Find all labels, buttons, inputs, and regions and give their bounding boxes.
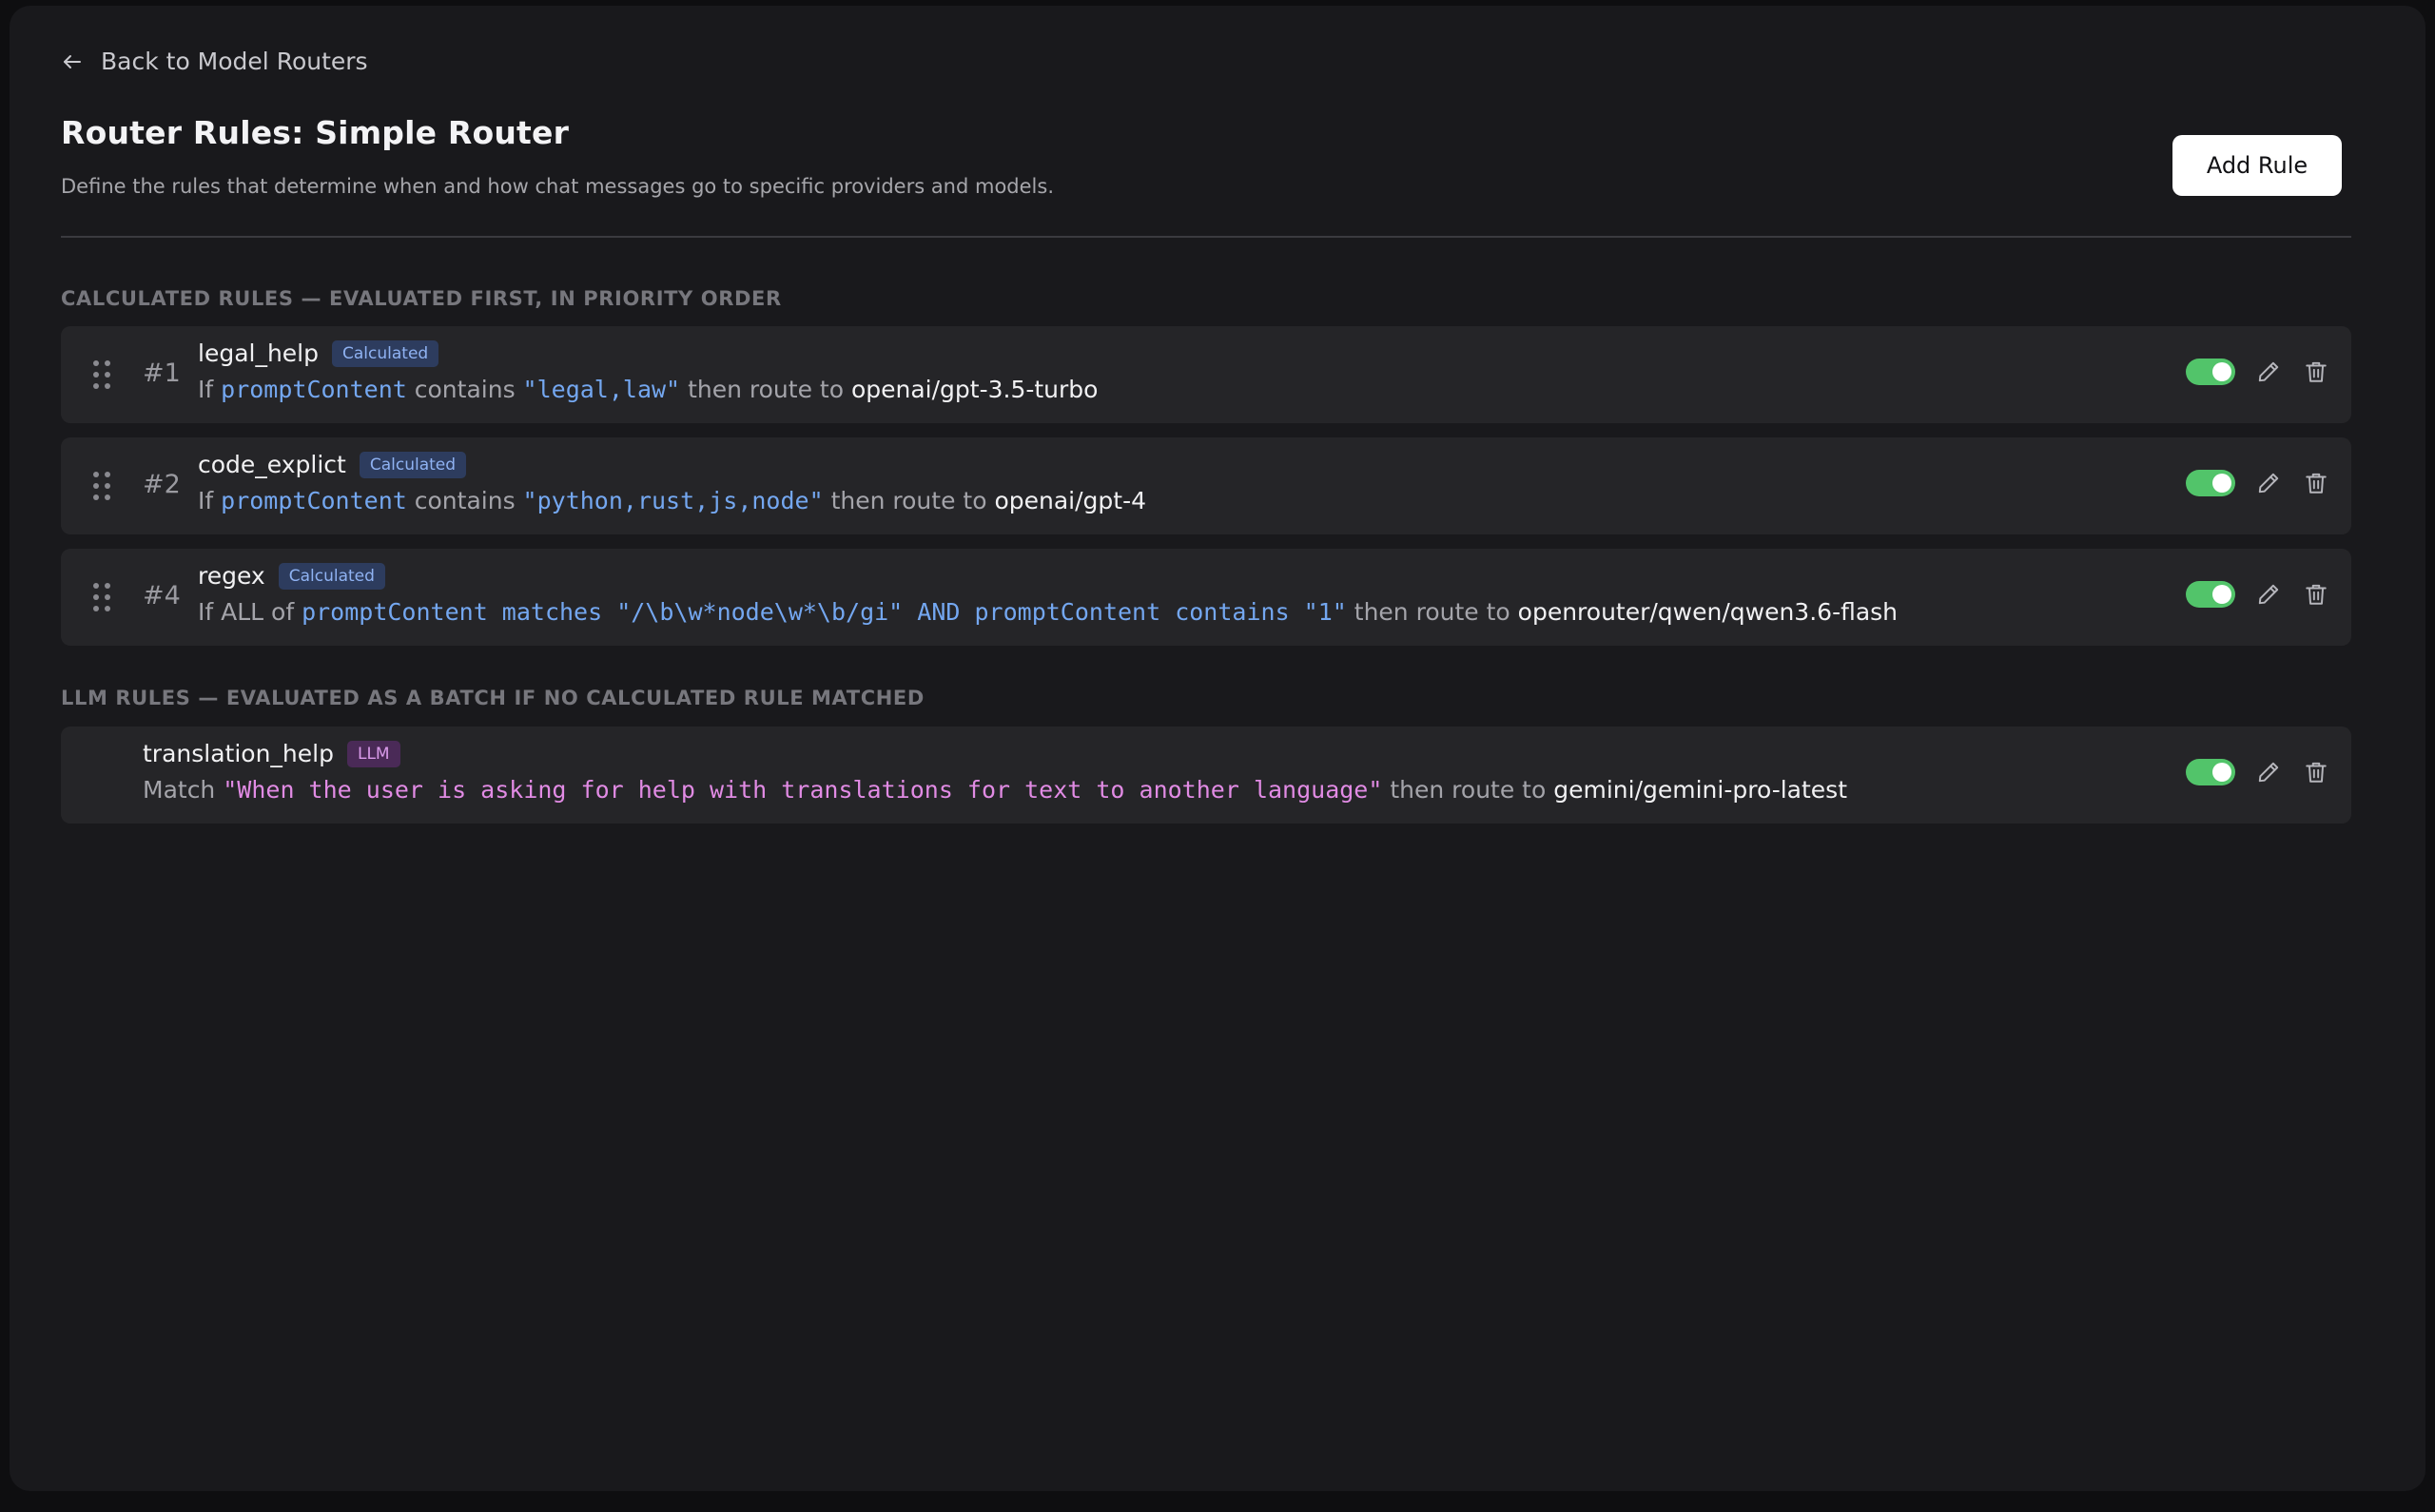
drag-handle-icon[interactable] (91, 581, 112, 617)
rule-field: promptContent (221, 487, 407, 514)
rule-actions (2186, 469, 2330, 497)
rule-match-word: Match (143, 776, 216, 804)
add-rule-button[interactable]: Add Rule (2172, 135, 2342, 196)
trash-icon[interactable] (2302, 358, 2330, 386)
rule-card-translation-help: translation_help LLM Match "When the use… (61, 727, 2351, 824)
rule-description: If promptContent contains "python,rust,j… (198, 487, 1146, 514)
trash-icon[interactable] (2302, 580, 2330, 609)
pencil-icon[interactable] (2254, 358, 2283, 386)
rule-name-row: legal_help Calculated (198, 339, 439, 367)
rule-card-code-explict: #2 code_explict Calculated If promptCont… (61, 437, 2351, 534)
trash-icon[interactable] (2302, 469, 2330, 497)
rule-then-text: then route to (830, 487, 987, 514)
rule-then-text: then route to (1354, 598, 1510, 626)
rule-name-row: regex Calculated (198, 562, 385, 590)
drag-handle-icon[interactable] (91, 470, 112, 506)
rule-enabled-toggle[interactable] (2186, 470, 2235, 496)
rule-priority-number: #2 (143, 470, 181, 499)
rule-description: If promptContent contains "legal,law" th… (198, 376, 1098, 403)
rule-enabled-toggle[interactable] (2186, 759, 2235, 785)
rule-name-row: code_explict Calculated (198, 451, 467, 478)
rule-name: regex (198, 562, 265, 590)
pencil-icon[interactable] (2254, 469, 2283, 497)
header-divider (61, 236, 2351, 238)
rule-enabled-toggle[interactable] (2186, 359, 2235, 385)
rule-if-word: If (198, 487, 214, 514)
rule-then-text: then route to (688, 376, 844, 403)
toggle-knob (2212, 362, 2231, 381)
rule-target-model: gemini/gemini-pro-latest (1553, 776, 1848, 804)
llm-rules-heading: LLM RULES — EVALUATED AS A BATCH IF NO C… (61, 687, 925, 709)
rule-operator: contains (414, 376, 516, 403)
rule-actions (2186, 758, 2330, 786)
app-window: Back to Model Routers Router Rules: Simp… (10, 6, 2425, 1491)
rule-match-prompt: "When the user is asking for help with t… (223, 776, 1383, 804)
rule-type-badge: Calculated (359, 451, 467, 478)
rule-description: If ALL of promptContent matches "/\b\w*n… (198, 598, 1898, 626)
rule-name: code_explict (198, 451, 346, 478)
rule-type-badge: LLM (346, 740, 400, 767)
rule-type-badge: Calculated (278, 562, 385, 590)
toggle-knob (2212, 763, 2231, 782)
rule-actions (2186, 580, 2330, 609)
rule-description: Match "When the user is asking for help … (143, 776, 1847, 804)
rule-priority-number: #4 (143, 581, 181, 611)
toggle-knob (2212, 474, 2231, 493)
rule-expression: promptContent matches "/\b\w*node\w*\b/g… (302, 598, 1347, 626)
rule-name-row: translation_help LLM (143, 740, 400, 767)
rule-name: legal_help (198, 339, 320, 367)
rule-actions (2186, 358, 2330, 386)
rule-field: promptContent (221, 376, 407, 403)
rule-then-text: then route to (1390, 776, 1547, 804)
rule-value: "python,rust,js,node" (522, 487, 824, 514)
back-link-label: Back to Model Routers (101, 48, 368, 75)
rule-if-word: If ALL of (198, 598, 295, 626)
pencil-icon[interactable] (2254, 758, 2283, 786)
rule-card-legal-help: #1 legal_help Calculated If promptConten… (61, 326, 2351, 423)
rule-name: translation_help (143, 740, 334, 767)
calculated-rules-heading: CALCULATED RULES — EVALUATED FIRST, IN P… (61, 287, 782, 310)
rule-if-word: If (198, 376, 214, 403)
drag-handle-icon[interactable] (91, 359, 112, 395)
trash-icon[interactable] (2302, 758, 2330, 786)
rule-target-model: openai/gpt-3.5-turbo (850, 376, 1099, 403)
arrow-left-icon (61, 50, 84, 73)
rule-enabled-toggle[interactable] (2186, 581, 2235, 608)
toggle-knob (2212, 585, 2231, 604)
page-title: Router Rules: Simple Router (61, 114, 570, 151)
rule-value: "legal,law" (522, 376, 681, 403)
rule-operator: contains (414, 487, 516, 514)
rule-priority-number: #1 (143, 359, 181, 388)
rule-type-badge: Calculated (332, 339, 439, 367)
rule-target-model: openai/gpt-4 (994, 487, 1146, 514)
page-subtitle: Define the rules that determine when and… (61, 175, 1055, 198)
rule-target-model: openrouter/qwen/qwen3.6-flash (1517, 598, 1899, 626)
pencil-icon[interactable] (2254, 580, 2283, 609)
rule-card-regex: #4 regex Calculated If ALL of promptCont… (61, 549, 2351, 646)
back-to-routers-link[interactable]: Back to Model Routers (61, 48, 368, 75)
